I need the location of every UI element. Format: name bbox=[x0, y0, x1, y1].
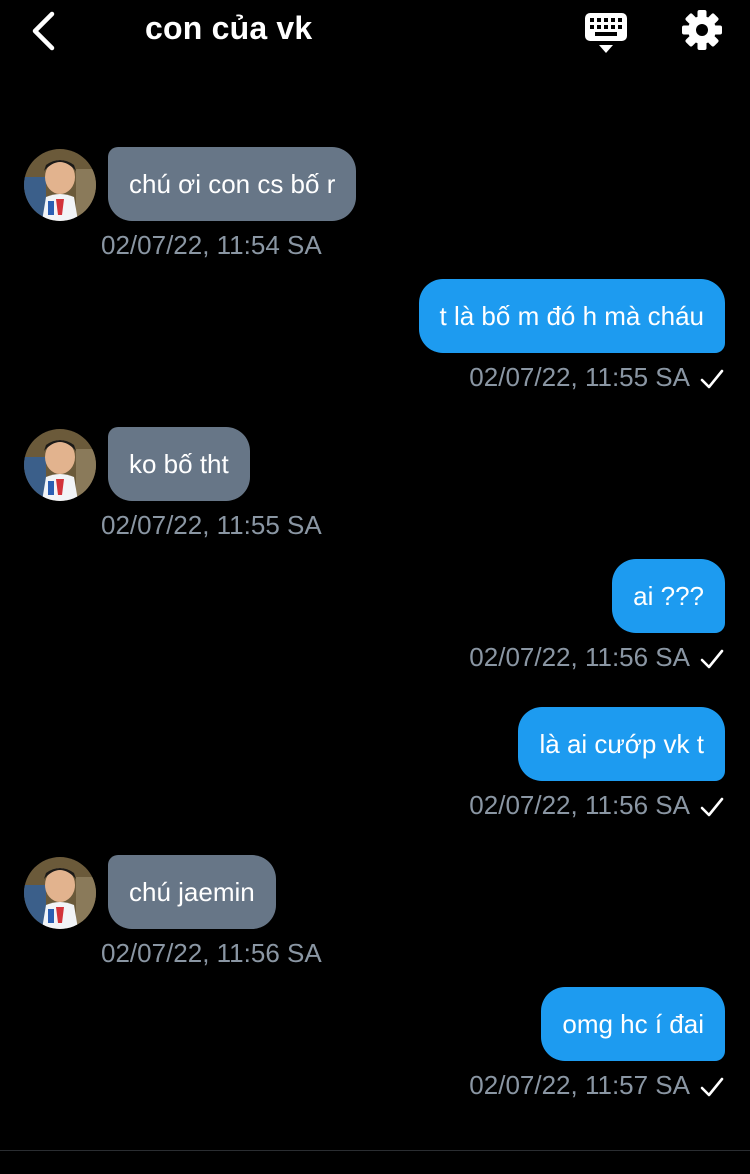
chevron-left-icon bbox=[32, 11, 55, 51]
outgoing-message-bubble[interactable]: ai ??? bbox=[612, 559, 725, 633]
settings-button[interactable] bbox=[680, 8, 724, 52]
checkmark-icon bbox=[700, 1077, 724, 1097]
message-text: ko bố tht bbox=[129, 448, 229, 479]
checkmark-icon bbox=[700, 369, 724, 389]
gear-icon bbox=[682, 10, 722, 50]
avatar[interactable] bbox=[24, 429, 96, 501]
checkmark-icon bbox=[700, 797, 724, 817]
message-row: omg hc í đai 02/07/22, 11:57 SA bbox=[0, 987, 750, 1107]
message-timestamp: 02/07/22, 11:57 SA bbox=[469, 1070, 690, 1100]
message-text: chú jaemin bbox=[129, 876, 255, 907]
outgoing-message-bubble[interactable]: omg hc í đai bbox=[541, 987, 725, 1061]
message-row: ko bố tht 02/07/22, 11:55 SA bbox=[0, 427, 750, 547]
back-button[interactable] bbox=[26, 10, 66, 52]
message-row: chú jaemin 02/07/22, 11:56 SA bbox=[0, 855, 750, 975]
message-row: ai ??? 02/07/22, 11:56 SA bbox=[0, 559, 750, 679]
message-timestamp: 02/07/22, 11:56 SA bbox=[469, 790, 690, 820]
keyboard-icon bbox=[585, 13, 627, 53]
incoming-message-bubble[interactable]: chú jaemin bbox=[108, 855, 276, 929]
message-row: chú ơi con cs bố r 02/07/22, 11:54 SA bbox=[0, 147, 750, 267]
avatar[interactable] bbox=[24, 857, 96, 929]
avatar[interactable] bbox=[24, 149, 96, 221]
message-text: t là bố m đó h mà cháu bbox=[439, 300, 704, 331]
message-text: omg hc í đai bbox=[562, 1008, 704, 1039]
message-text: là ai cướp vk t bbox=[539, 728, 704, 759]
outgoing-message-bubble[interactable]: t là bố m đó h mà cháu bbox=[418, 279, 725, 353]
outgoing-message-bubble[interactable]: là ai cướp vk t bbox=[518, 707, 725, 781]
incoming-message-bubble[interactable]: chú ơi con cs bố r bbox=[108, 147, 357, 221]
message-timestamp: 02/07/22, 11:55 SA bbox=[469, 362, 690, 392]
message-text: chú ơi con cs bố r bbox=[129, 168, 336, 199]
message-timestamp: 02/07/22, 11:56 SA bbox=[469, 642, 690, 672]
message-timestamp: 02/07/22, 11:54 SA bbox=[101, 230, 322, 260]
keyboard-button[interactable] bbox=[584, 12, 628, 54]
message-row: t là bố m đó h mà cháu 02/07/22, 11:55 S… bbox=[0, 279, 750, 399]
message-timestamp: 02/07/22, 11:55 SA bbox=[101, 510, 322, 540]
checkmark-icon bbox=[700, 649, 724, 669]
chat-header: con của vk bbox=[0, 0, 750, 64]
composer-divider bbox=[0, 1150, 750, 1151]
message-text: ai ??? bbox=[633, 580, 704, 611]
incoming-message-bubble[interactable]: ko bố tht bbox=[108, 427, 250, 501]
message-row: là ai cướp vk t 02/07/22, 11:56 SA bbox=[0, 707, 750, 827]
message-timestamp: 02/07/22, 11:56 SA bbox=[101, 938, 322, 968]
conversation-title: con của vk bbox=[145, 10, 313, 46]
